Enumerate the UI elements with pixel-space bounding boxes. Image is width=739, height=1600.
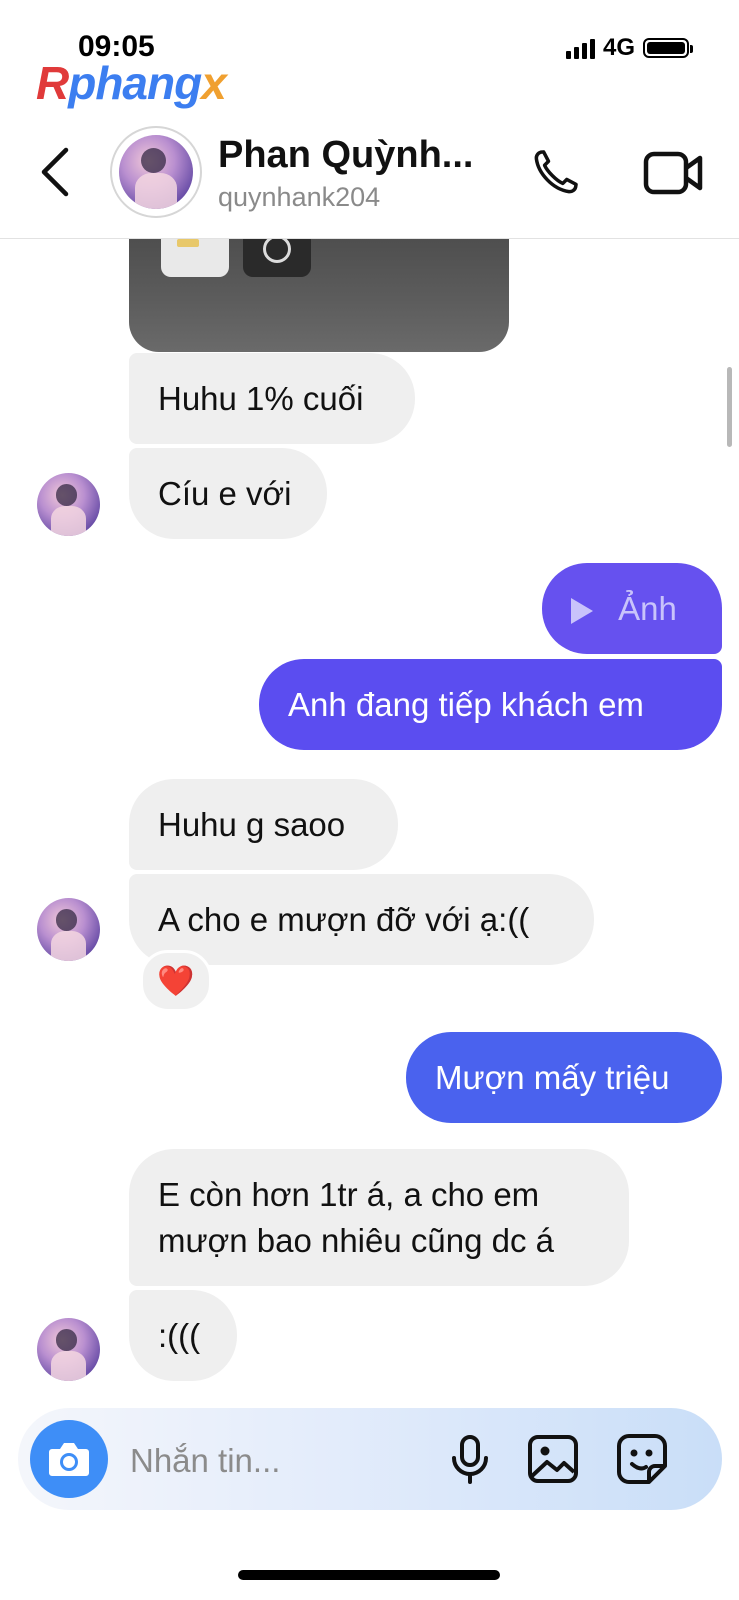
message-list[interactable]: Huhu 1% cuối Cíu e với Ảnh Anh đang tiếp… (0, 239, 739, 1409)
outgoing-message-bubble[interactable]: Anh đang tiếp khách em (259, 659, 722, 750)
camera-button[interactable] (30, 1420, 108, 1498)
message-text: Huhu g saoo (158, 806, 346, 843)
voice-call-button[interactable] (528, 144, 584, 200)
incoming-message-bubble[interactable]: :((( (129, 1290, 237, 1381)
video-call-button[interactable] (642, 146, 704, 200)
contact-name[interactable]: Phan Quỳnh... (218, 134, 473, 177)
gallery-button[interactable] (526, 1432, 580, 1486)
message-text-line: mượn bao nhiêu cũng dc á (158, 1222, 554, 1259)
image-tile (161, 239, 229, 277)
status-indicators: 4G (565, 34, 693, 62)
contact-avatar[interactable] (110, 126, 202, 218)
message-text-line: E còn hơn 1tr á, a cho em (158, 1176, 540, 1213)
outgoing-media-bubble[interactable]: Ảnh (542, 563, 722, 654)
microphone-icon (452, 1435, 488, 1484)
sender-avatar[interactable] (37, 1318, 100, 1381)
home-indicator[interactable] (238, 1570, 500, 1580)
play-icon (571, 598, 593, 625)
sticker-icon (617, 1434, 667, 1484)
scrollbar[interactable] (727, 367, 732, 447)
incoming-message-bubble[interactable]: Huhu 1% cuối (129, 353, 415, 444)
message-text: Mượn mấy triệu (435, 1059, 670, 1096)
heart-reaction-icon[interactable]: ❤️ (140, 950, 212, 1012)
message-composer (18, 1408, 722, 1510)
contact-username: quynhank204 (218, 182, 381, 212)
video-camera-icon (643, 151, 703, 195)
watermark-logo: Rphangx (36, 57, 227, 109)
media-label: Ảnh (618, 590, 677, 627)
network-label: 4G (602, 34, 635, 61)
sticker-button[interactable] (615, 1432, 669, 1486)
message-text: Huhu 1% cuối (158, 380, 364, 417)
back-button[interactable] (34, 142, 84, 202)
sender-avatar[interactable] (37, 473, 100, 536)
battery-icon (643, 38, 693, 58)
image-tile (243, 239, 311, 277)
phone-icon (534, 150, 578, 194)
sender-avatar[interactable] (37, 898, 100, 961)
microphone-button[interactable] (443, 1432, 497, 1486)
gallery-icon (528, 1435, 578, 1483)
message-text: :((( (158, 1317, 201, 1354)
signal-icon (565, 37, 595, 59)
outgoing-message-bubble[interactable]: Mượn mấy triệu (406, 1032, 722, 1123)
incoming-message-bubble[interactable]: A cho e mượn đỡ với ạ:(( (129, 874, 594, 965)
message-text: Anh đang tiếp khách em (288, 686, 644, 723)
message-text: A cho e mượn đỡ với ạ:(( (158, 901, 530, 938)
chat-header: Phan Quỳnh... quynhank204 (0, 120, 739, 239)
incoming-message-bubble[interactable]: Huhu g saoo (129, 779, 398, 870)
image-message[interactable] (129, 239, 509, 352)
incoming-message-bubble[interactable]: Cíu e với (129, 448, 327, 539)
camera-icon (49, 1443, 89, 1476)
incoming-message-bubble[interactable]: E còn hơn 1tr á, a cho em mượn bao nhiêu… (129, 1149, 629, 1286)
message-text: Cíu e với (158, 475, 292, 512)
message-input[interactable] (128, 1438, 422, 1484)
back-chevron-icon (41, 147, 69, 197)
